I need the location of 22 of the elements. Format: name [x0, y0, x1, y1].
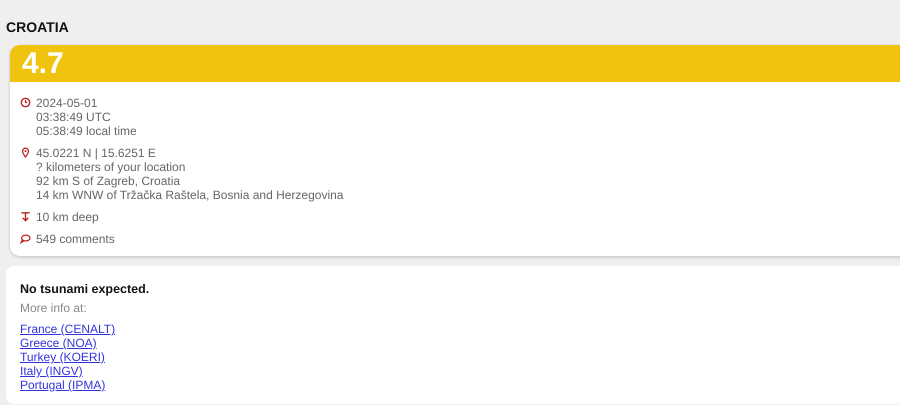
- detail-text: 92 km S of Zagreb, Croatia: [36, 174, 182, 188]
- detail-text: 14 km WNW of Tržačka Raštela, Bosnia and Herzegovina: [36, 188, 344, 202]
- detail-text: 45.0221 N | 15.6251 E: [36, 146, 157, 160]
- region-title: CROATIA: [6, 18, 69, 37]
- clock-icon: [20, 97, 31, 108]
- info-link[interactable]: Italy (INGV): [20, 364, 83, 378]
- more-info-label: More info at:: [20, 301, 88, 316]
- detail-text: 2024-05-01: [36, 96, 98, 110]
- info-link[interactable]: Greece (NOA): [20, 336, 97, 350]
- detail-text: 10 km deep: [36, 210, 99, 224]
- location-pin-icon: [20, 147, 31, 158]
- info-link[interactable]: France (CENALT): [20, 322, 116, 336]
- magnitude: 4.7: [22, 46, 64, 80]
- detail-text: 549 comments: [36, 232, 115, 246]
- detail-text: ? kilometers of your location: [36, 160, 186, 174]
- comment-bubble-icon: [20, 233, 31, 244]
- info-link[interactable]: Turkey (KOERI): [20, 350, 105, 364]
- tsunami-message: No tsunami expected.: [20, 282, 150, 297]
- detail-text: 03:38:49 UTC: [36, 110, 112, 124]
- info-link[interactable]: Portugal (IPMA): [20, 378, 106, 392]
- depth-arrow-icon: [20, 211, 31, 222]
- detail-text: 05:38:49 local time: [36, 124, 137, 138]
